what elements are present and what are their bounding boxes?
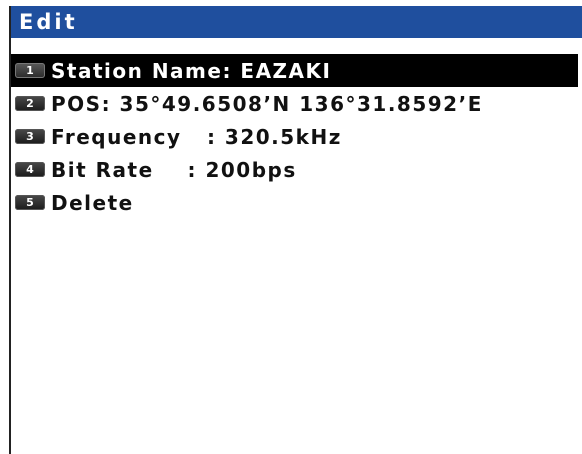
menu-item-station-name[interactable]: 1 Station Name: EAZAKI [11,54,578,87]
edit-menu: 1 Station Name: EAZAKI 2 POS: 35°49.6508… [11,54,582,219]
screen-title: Edit [11,6,582,38]
menu-item-frequency[interactable]: 3 Frequency : 320.5kHz [11,120,582,153]
menu-item-label: Delete [51,190,134,215]
number-key-4-icon: 4 [15,162,45,177]
number-key-2-icon: 2 [15,96,45,111]
edit-screen: Edit 1 Station Name: EAZAKI 2 POS: 35°49… [9,6,582,454]
number-key-1-icon: 1 [15,63,45,78]
menu-item-label: POS: 35°49.6508’N 136°31.8592’E [51,91,483,116]
menu-item-label: Bit Rate : 200bps [51,157,297,182]
menu-item-delete[interactable]: 5 Delete [11,186,582,219]
menu-item-bit-rate[interactable]: 4 Bit Rate : 200bps [11,153,582,186]
number-key-3-icon: 3 [15,129,45,144]
number-key-5-icon: 5 [15,195,45,210]
menu-item-position[interactable]: 2 POS: 35°49.6508’N 136°31.8592’E [11,87,582,120]
menu-item-label: Frequency : 320.5kHz [51,124,342,149]
menu-item-label: Station Name: EAZAKI [51,58,332,83]
